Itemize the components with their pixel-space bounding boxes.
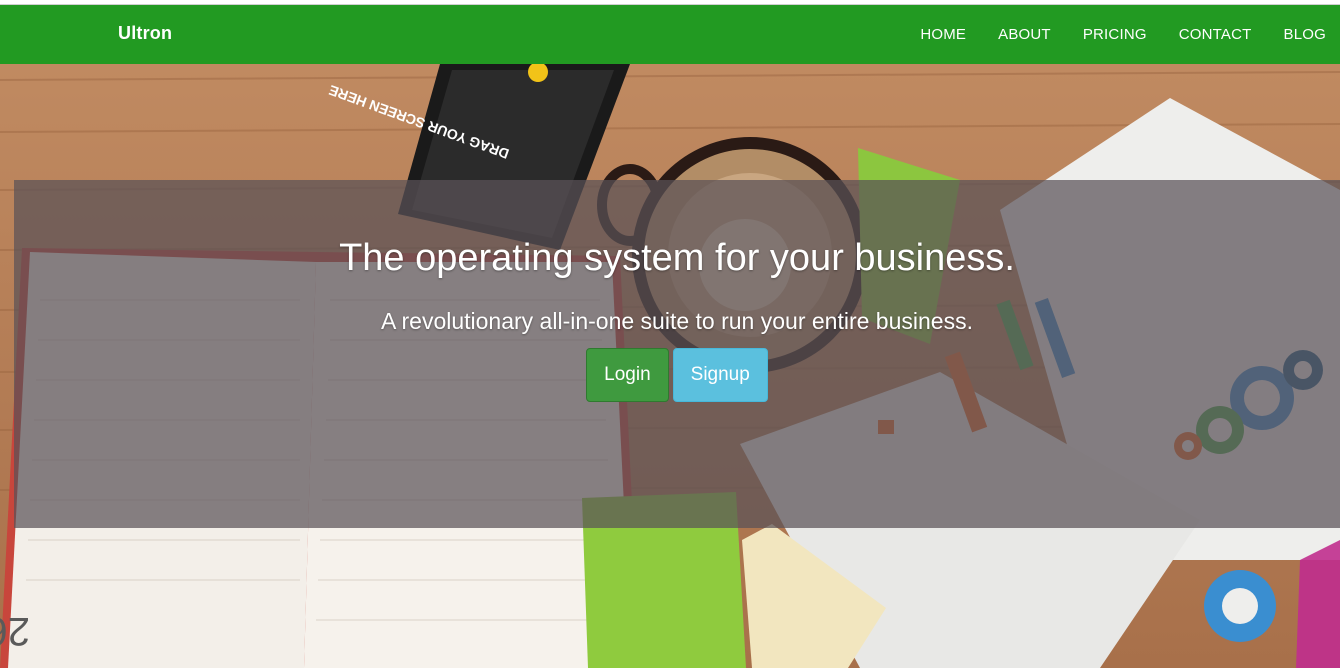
top-navbar: Ultron HOME ABOUT PRICING CONTACT BLOG <box>0 5 1340 64</box>
nav-home[interactable]: HOME <box>904 5 982 64</box>
hero-cta-group: Login Signup <box>14 348 1340 402</box>
notebook-date: 26 <box>0 609 30 653</box>
nav-pricing[interactable]: PRICING <box>1067 5 1163 64</box>
signup-button[interactable]: Signup <box>672 348 768 402</box>
marker-graphic <box>1296 540 1340 668</box>
login-button[interactable]: Login <box>586 348 669 402</box>
nav-about[interactable]: ABOUT <box>982 5 1067 64</box>
nav-blog[interactable]: BLOG <box>1268 5 1340 64</box>
nav-contact[interactable]: CONTACT <box>1163 5 1268 64</box>
hero-overlay: The operating system for your business. … <box>14 180 1340 528</box>
hero-headline: The operating system for your business. <box>339 237 1015 279</box>
hero-subheadline: A revolutionary all-in-one suite to run … <box>381 308 973 334</box>
nav-menu: HOME ABOUT PRICING CONTACT BLOG <box>904 5 1340 64</box>
brand-logo[interactable]: Ultron <box>118 23 172 44</box>
